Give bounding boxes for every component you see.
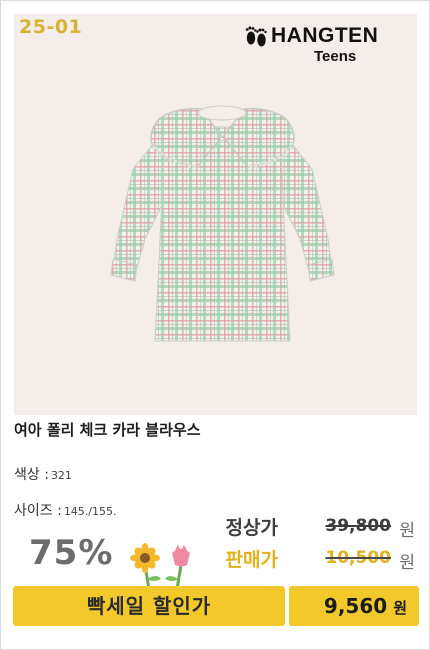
- final-price: 9,560 원: [324, 586, 407, 626]
- brand-logo: HANGTEN Teens: [243, 22, 407, 74]
- color-info: 색상 :321: [14, 464, 72, 484]
- final-price-value: 9,560: [323, 594, 388, 618]
- sale-price-currency: 원: [399, 553, 415, 573]
- flash-sale-label: 빡세일 할인가: [86, 594, 212, 618]
- flowers-icon: [130, 543, 190, 589]
- size-label: 사이즈 :: [14, 503, 62, 519]
- product-title[interactable]: 여아 폴리 체크 카라 블라우스: [14, 419, 201, 440]
- product-card[interactable]: 25-01 HANGTEN Teens 여아 폴리 체크 카라 블라우스 색상 …: [0, 0, 430, 650]
- regular-price-currency: 원: [399, 521, 415, 541]
- discount-rate: 75%: [29, 533, 114, 573]
- product-code: 25-01: [19, 16, 83, 38]
- flash-sale-label-panel[interactable]: 빡세일 할인가: [13, 586, 285, 626]
- color-label: 색상 :: [14, 467, 49, 483]
- sale-price-row: 판매가 10,500 원: [205, 545, 415, 575]
- flash-sale-banner[interactable]: 빡세일 할인가 9,560 원: [13, 586, 419, 626]
- size-value: 145./155.: [63, 505, 117, 518]
- final-price-currency: 원: [393, 599, 407, 617]
- size-info: 사이즈 :145./155.: [14, 500, 117, 520]
- brand-name: HANGTEN: [271, 24, 379, 47]
- product-image-area[interactable]: 25-01 HANGTEN Teens: [14, 14, 417, 415]
- footprints-icon: [245, 26, 267, 47]
- regular-price-row: 정상가 39,800 원: [205, 513, 415, 543]
- regular-price-label: 정상가: [225, 517, 278, 539]
- color-value: 321: [50, 469, 72, 482]
- blouse-image: [110, 105, 335, 342]
- brand-subline: Teens: [314, 48, 357, 65]
- sale-price-label: 판매가: [225, 549, 278, 571]
- regular-price-value: 39,800: [325, 516, 391, 536]
- sale-price-value: 10,500: [325, 548, 391, 568]
- flash-sale-price-panel[interactable]: 9,560 원: [289, 586, 419, 626]
